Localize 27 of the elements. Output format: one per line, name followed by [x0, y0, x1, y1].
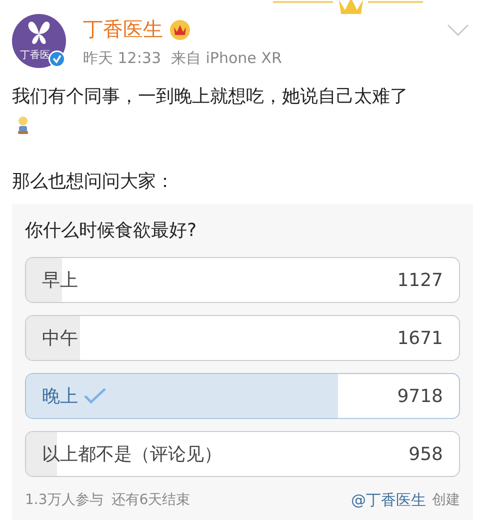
checkmark-icon — [84, 388, 106, 404]
poll-option[interactable]: 早上 1127 — [25, 257, 460, 303]
vote-count: 958 — [408, 444, 443, 464]
vote-count: 1671 — [397, 328, 443, 348]
option-label: 早上 — [42, 269, 78, 292]
vote-count: 9718 — [397, 386, 443, 406]
chevron-down-icon[interactable] — [447, 24, 469, 36]
avatar[interactable]: 丁香医 — [12, 14, 66, 68]
avatar-logo-text: 丁香医 — [20, 48, 51, 62]
post-text: 那么也想问问大家： — [12, 170, 175, 193]
poll-option[interactable]: 以上都不是（评论见） 958 — [25, 431, 460, 477]
participant-count: 1.3万人参与 — [25, 491, 104, 510]
crown-badge-icon — [169, 18, 191, 40]
figure-emoji-icon — [16, 116, 30, 134]
vote-count: 1127 — [397, 270, 443, 290]
option-label: 中午 — [42, 327, 78, 350]
time-remaining: 还有6天结束 — [111, 491, 190, 510]
creator-link[interactable]: @丁香医生 — [351, 491, 426, 510]
poll-question: 你什么时候食欲最好? — [25, 219, 198, 242]
created-label: 创建 — [432, 491, 460, 510]
poll-option[interactable]: 晚上 9718 — [25, 373, 460, 419]
post-text: 我们有个同事，一到晚上就想吃，她说自己太难了 — [12, 85, 409, 108]
option-label: 以上都不是（评论见） — [42, 443, 222, 466]
poll-option[interactable]: 中午 1671 — [25, 315, 460, 361]
option-label: 晚上 — [42, 385, 78, 408]
post-source: 来自 iPhone XR — [171, 49, 282, 68]
post-time: 昨天 12:33 — [83, 49, 161, 68]
